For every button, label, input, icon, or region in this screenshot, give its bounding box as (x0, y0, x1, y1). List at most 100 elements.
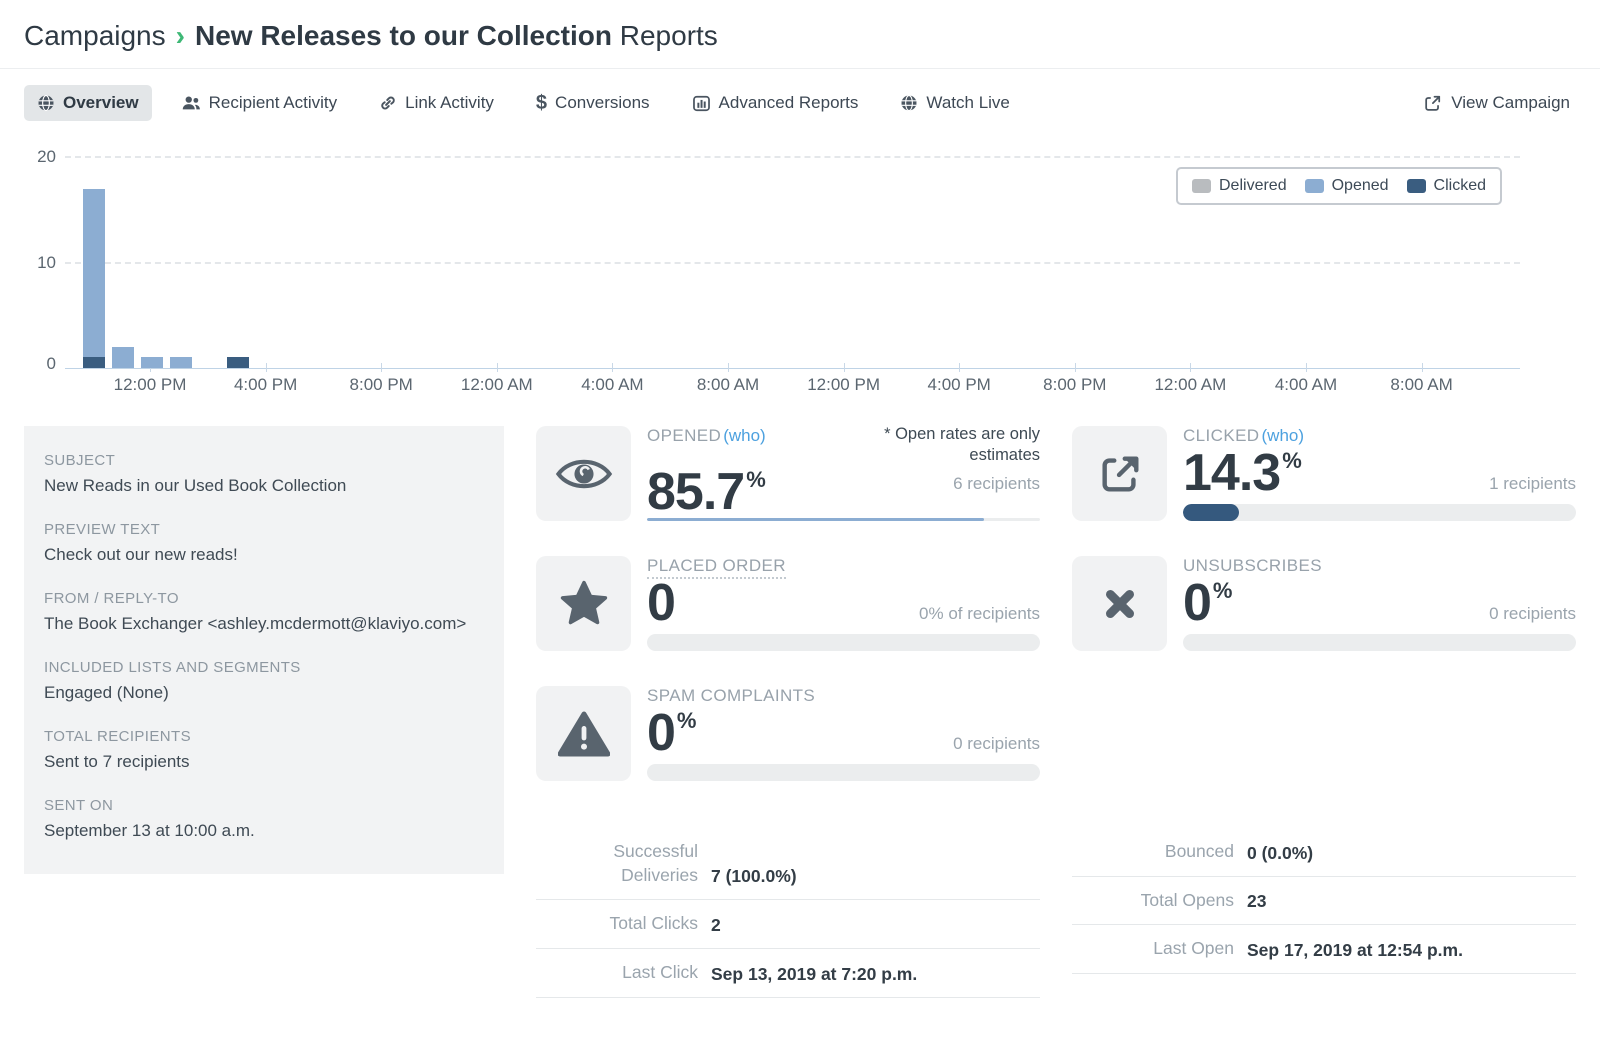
tab-label: Advanced Reports (719, 93, 859, 113)
table-row-value: Sep 13, 2019 at 7:20 p.m. (711, 964, 917, 985)
opened-bar-segment (83, 189, 105, 358)
stat-label-wrap: OPENED(who) (647, 426, 766, 446)
stat-recipients: 1 recipients (1489, 474, 1576, 494)
x-axis-tick-label: 8:00 PM (1043, 375, 1106, 395)
detail-field-label: TOTAL RECIPIENTS (44, 728, 480, 745)
legend-swatch-opened (1305, 179, 1324, 193)
who-link[interactable]: (who) (723, 426, 766, 445)
chevron-right-icon: › (176, 20, 185, 51)
progress-track (1183, 634, 1576, 651)
x-axis-tick (728, 363, 729, 372)
stat-label: SPAM COMPLAINTS (647, 686, 815, 705)
breadcrumb-campaign-name: New Releases to our Collection (195, 20, 612, 51)
detail-field-value: September 13 at 10:00 a.m. (44, 821, 480, 841)
table-row-bounced: Bounced0 (0.0%) (1072, 828, 1576, 877)
detail-field-label: FROM / REPLY-TO (44, 590, 480, 607)
progress-fill (1183, 504, 1239, 521)
stat-label: CLICKED (1183, 426, 1260, 445)
chart-bar-11-00-am[interactable] (112, 347, 134, 368)
report-body: SUBJECTNew Reads in our Used Book Collec… (24, 426, 1576, 998)
stat-label-wrap: UNSUBSCRIBES (1183, 556, 1322, 576)
tab-conversions[interactable]: $Conversions (523, 85, 663, 121)
progress-track (647, 764, 1040, 781)
x-axis-tick-label: 4:00 AM (1275, 375, 1337, 395)
stat-label-wrap: PLACED ORDER (647, 556, 786, 576)
stat-recipients: 6 recipients (953, 474, 1040, 494)
y-axis-tick-label: 20 (24, 147, 56, 167)
external-link-icon (1423, 94, 1442, 113)
report-tabbar: Overview Recipient Activity Link Activity $… (24, 85, 1576, 121)
x-axis-tick-label: 8:00 AM (1390, 375, 1452, 395)
external-link-icon (1072, 426, 1167, 521)
tab-recipient-activity[interactable]: Recipient Activity (168, 85, 351, 121)
users-icon (181, 94, 201, 112)
view-campaign-button[interactable]: View Campaign (1417, 92, 1576, 114)
tabs-holder: Overview Recipient Activity Link Activity $… (24, 85, 1023, 121)
stat-card-opened: OPENED(who)* Open rates are only estimat… (536, 426, 1040, 521)
progress-track (1183, 504, 1576, 521)
detail-field-value: Sent to 7 recipients (44, 752, 480, 772)
x-axis-tick-label: 12:00 AM (1154, 375, 1226, 395)
warning-icon (536, 686, 631, 781)
x-axis-tick-label: 12:00 PM (114, 375, 187, 395)
table-row-label: Successful Deliveries (536, 840, 698, 887)
opened-bar-segment (141, 357, 163, 368)
detail-field-label: INCLUDED LISTS AND SEGMENTS (44, 659, 480, 676)
stat-recipients: 0% of recipients (919, 604, 1040, 624)
breadcrumb-section[interactable]: Campaigns (24, 20, 166, 51)
detail-field-value: Engaged (None) (44, 683, 480, 703)
table-row-label: Total Opens (1072, 889, 1234, 913)
stat-label-wrap: CLICKED(who) (1183, 426, 1304, 446)
detail-field-total-recipients: TOTAL RECIPIENTS Sent to 7 recipients (44, 728, 480, 772)
stat-card-body: PLACED ORDER00% of recipients (647, 556, 1040, 651)
stat-card-body: OPENED(who)* Open rates are only estimat… (647, 426, 1040, 521)
tab-watch-live[interactable]: Watch Live (887, 85, 1022, 121)
detail-field-subject: SUBJECTNew Reads in our Used Book Collec… (44, 452, 480, 496)
stat-label-wrap: SPAM COMPLAINTS (647, 686, 815, 706)
x-axis-tick (1075, 363, 1076, 372)
eye-icon (536, 426, 631, 521)
stat-unit: % (677, 708, 697, 733)
stats-grid: OPENED(who)* Open rates are only estimat… (536, 426, 1576, 998)
chart-bar-1-00-pm[interactable] (170, 357, 192, 368)
legend-item-delivered[interactable]: Delivered (1192, 177, 1287, 195)
tab-link-activity[interactable]: Link Activity (366, 85, 507, 121)
legend-item-clicked[interactable]: Clicked (1407, 177, 1486, 195)
x-axis-tick (612, 363, 613, 372)
stat-card-body: CLICKED(who)14.3%1 recipients (1183, 426, 1576, 521)
x-axis-tick (266, 363, 267, 372)
who-link[interactable]: (who) (1262, 426, 1305, 445)
x-axis-tick-label: 4:00 PM (234, 375, 297, 395)
stat-card-spam-complaints: SPAM COMPLAINTS0%0 recipients (536, 686, 1040, 781)
breadcrumb-suffix: Reports (620, 20, 718, 51)
chart-bar-12-00-pm[interactable] (141, 357, 163, 368)
chart-bar-10-00-am[interactable] (83, 189, 105, 368)
legend-item-opened[interactable]: Opened (1305, 177, 1389, 195)
table-row-total-clicks: Total Clicks2 (536, 900, 1040, 949)
x-axis-tick (381, 363, 382, 372)
tab-overview[interactable]: Overview (24, 85, 152, 121)
detail-field-sent-on: SENT ONSeptember 13 at 10:00 a.m. (44, 797, 480, 841)
opened-bar-segment (112, 347, 134, 368)
bar-chart-icon (692, 94, 711, 113)
table-row-last-click: Last Click Sep 13, 2019 at 7:20 p.m. (536, 949, 1040, 998)
stat-card-header: OPENED(who)* Open rates are only estimat… (647, 426, 1040, 465)
table-row-label: Last Click (536, 961, 698, 985)
detail-field-label: PREVIEW TEXT (44, 521, 480, 538)
clicked-bar-segment (227, 357, 249, 368)
x-axis-tick-label: 12:00 PM (807, 375, 880, 395)
stat-label: UNSUBSCRIBES (1183, 556, 1322, 575)
delivery-stats-table: Successful Deliveries7 (100.0%)Total Cli… (536, 828, 1040, 998)
table-row-total-opens: Total Opens23 (1072, 877, 1576, 926)
stat-card-header: CLICKED(who) (1183, 426, 1576, 446)
tab-advanced-reports[interactable]: Advanced Reports (679, 85, 872, 121)
legend-swatch-clicked (1407, 179, 1426, 193)
table-row-value: Sep 17, 2019 at 12:54 p.m. (1247, 940, 1463, 961)
x-axis-tick (959, 363, 960, 372)
progress-track (647, 518, 1040, 521)
chart-bar-3-00-pm[interactable] (227, 357, 249, 368)
legend-label: Delivered (1219, 177, 1287, 195)
stat-label: OPENED (647, 426, 721, 445)
detail-field-value: Check out our new reads! (44, 545, 480, 565)
open-stats-table: Bounced0 (0.0%)Total Opens23Last OpenSep… (1072, 828, 1576, 998)
